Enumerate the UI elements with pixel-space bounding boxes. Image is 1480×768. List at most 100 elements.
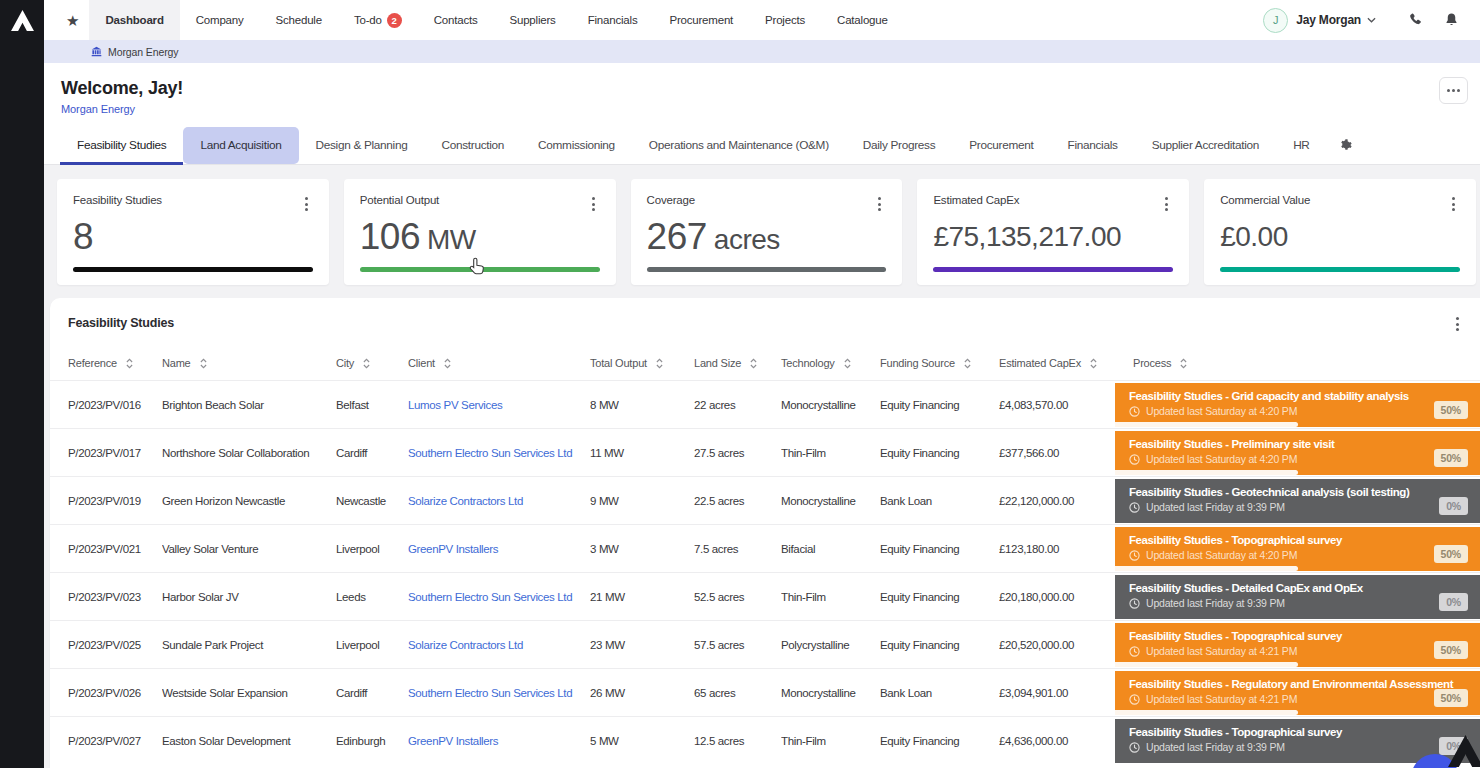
sort-icon[interactable]: [200, 358, 207, 369]
breadcrumb-company[interactable]: Morgan Energy: [108, 46, 179, 58]
column-header-city[interactable]: City: [336, 357, 408, 369]
nav-item-label: Suppliers: [510, 14, 556, 26]
tab-supplier-accreditation[interactable]: Supplier Accreditation: [1135, 127, 1277, 164]
cell-client[interactable]: Southern Electro Sun Services Ltd: [408, 687, 590, 699]
cell-funding-source: Equity Financing: [880, 735, 999, 747]
column-header-process[interactable]: Process: [1115, 357, 1480, 369]
process-updated-text: Updated last Saturday at 4:21 PM: [1146, 693, 1297, 705]
table-row[interactable]: P/2023/PV/017Northshore Solar Collaborat…: [50, 428, 1480, 476]
tab-financials[interactable]: Financials: [1051, 127, 1135, 164]
tabs-settings-gear-icon[interactable]: [1327, 127, 1364, 164]
sort-icon[interactable]: [126, 358, 133, 369]
nav-right: J Jay Morgan: [1263, 8, 1480, 33]
cell-client[interactable]: GreenPV Installers: [408, 543, 590, 555]
sort-icon[interactable]: [363, 358, 370, 369]
column-header-name[interactable]: Name: [162, 357, 336, 369]
process-title: Feasibility Studies - Topographical surv…: [1129, 630, 1468, 642]
chevron-down-icon[interactable]: [1367, 17, 1376, 23]
sort-icon[interactable]: [656, 358, 663, 369]
column-header-reference[interactable]: Reference: [68, 357, 162, 369]
sort-icon[interactable]: [1090, 358, 1097, 369]
process-title: Feasibility Studies - Topographical surv…: [1129, 534, 1468, 546]
process-title: Feasibility Studies - Preliminary site v…: [1129, 438, 1468, 450]
process-bar[interactable]: Feasibility Studies - Preliminary site v…: [1115, 431, 1480, 475]
kpi-kebab-icon[interactable]: [1447, 194, 1460, 214]
kpi-kebab-icon[interactable]: [873, 194, 886, 214]
column-header-land-size[interactable]: Land Size: [694, 357, 781, 369]
sort-icon[interactable]: [844, 358, 851, 369]
notifications-bell-icon[interactable]: [1436, 12, 1466, 28]
process-bar[interactable]: Feasibility Studies - Topographical surv…: [1115, 527, 1480, 571]
cell-process: Feasibility Studies - Regulatory and Env…: [1115, 669, 1480, 717]
nav-item-contacts[interactable]: Contacts: [418, 0, 494, 40]
favorites-star-icon[interactable]: ★: [66, 13, 79, 28]
table-kebab-icon[interactable]: [1451, 314, 1464, 334]
nav-item-procurement[interactable]: Procurement: [653, 0, 749, 40]
logo-icon: [11, 10, 34, 31]
kpi-kebab-icon[interactable]: [300, 194, 313, 214]
column-header-client[interactable]: Client: [408, 357, 590, 369]
cell-client[interactable]: Southern Electro Sun Services Ltd: [408, 447, 590, 459]
table-row[interactable]: P/2023/PV/016Brighton Beach SolarBelfast…: [50, 380, 1480, 428]
column-header-total-output[interactable]: Total Output: [590, 357, 694, 369]
column-label: Land Size: [694, 357, 741, 369]
tab-land-acquisition[interactable]: Land Acquisition: [183, 127, 298, 164]
table-row[interactable]: P/2023/PV/025Sundale Park ProjectLiverpo…: [50, 620, 1480, 668]
process-bar[interactable]: Feasibility Studies - Grid capacity and …: [1115, 383, 1480, 427]
more-actions-button[interactable]: [1439, 77, 1468, 104]
app-logo[interactable]: [0, 0, 44, 40]
kpi-label: Commercial Value: [1220, 194, 1310, 206]
nav-item-company[interactable]: Company: [180, 0, 260, 40]
kpi-number: 267: [647, 216, 707, 257]
process-bar[interactable]: Feasibility Studies - Geotechnical analy…: [1115, 479, 1480, 523]
tab-operations-and-maintenance-o-m[interactable]: Operations and Maintenance (O&M): [632, 127, 846, 164]
cell-client[interactable]: Southern Electro Sun Services Ltd: [408, 591, 590, 603]
process-bar[interactable]: Feasibility Studies - Regulatory and Env…: [1115, 671, 1480, 715]
table-row[interactable]: P/2023/PV/026Westside Solar ExpansionCar…: [50, 668, 1480, 716]
tab-feasibility-studies[interactable]: Feasibility Studies: [60, 127, 183, 164]
table-row[interactable]: P/2023/PV/023Harbor Solar JVLeedsSouther…: [50, 572, 1480, 620]
cell-estimated-capex: £377,566.00: [999, 447, 1115, 459]
tab-construction[interactable]: Construction: [424, 127, 521, 164]
tab-commissioning[interactable]: Commissioning: [521, 127, 632, 164]
nav-item-financials[interactable]: Financials: [572, 0, 654, 40]
cell-client[interactable]: Solarize Contractors Ltd: [408, 639, 590, 651]
tab-procurement[interactable]: Procurement: [952, 127, 1050, 164]
nav-item-to-do[interactable]: To-do2: [338, 0, 418, 40]
tab-daily-progress[interactable]: Daily Progress: [846, 127, 953, 164]
column-header-technology[interactable]: Technology: [781, 357, 880, 369]
nav-item-suppliers[interactable]: Suppliers: [494, 0, 572, 40]
kpi-kebab-icon[interactable]: [1160, 194, 1173, 214]
sort-icon[interactable]: [444, 358, 451, 369]
column-header-funding-source[interactable]: Funding Source: [880, 357, 999, 369]
tab-design-planning[interactable]: Design & Planning: [299, 127, 425, 164]
cell-client[interactable]: Solarize Contractors Ltd: [408, 495, 590, 507]
process-bar[interactable]: Feasibility Studies - Topographical surv…: [1115, 623, 1480, 667]
cell-total-output: 5 MW: [590, 735, 694, 747]
cell-total-output: 11 MW: [590, 447, 694, 459]
phone-icon[interactable]: [1396, 12, 1436, 28]
process-bar[interactable]: Feasibility Studies - Detailed CapEx and…: [1115, 575, 1480, 619]
column-header-estimated-capex[interactable]: Estimated CapEx: [999, 357, 1115, 369]
sort-icon[interactable]: [964, 358, 971, 369]
cell-reference: P/2023/PV/017: [68, 447, 162, 459]
nav-item-projects[interactable]: Projects: [749, 0, 821, 40]
nav-item-catalogue[interactable]: Catalogue: [821, 0, 904, 40]
cell-client[interactable]: Lumos PV Services: [408, 399, 590, 411]
avatar[interactable]: J: [1263, 8, 1288, 33]
table-row[interactable]: P/2023/PV/027Easton Solar DevelopmentEdi…: [50, 716, 1480, 764]
sort-icon[interactable]: [750, 358, 757, 369]
company-link[interactable]: Morgan Energy: [61, 103, 135, 115]
sort-icon[interactable]: [1180, 358, 1187, 369]
nav-item-schedule[interactable]: Schedule: [260, 0, 338, 40]
nav-item-dashboard[interactable]: Dashboard: [89, 0, 179, 40]
process-updated-text: Updated last Friday at 9:39 PM: [1146, 597, 1285, 609]
user-name[interactable]: Jay Morgan: [1296, 13, 1361, 27]
kpi-kebab-icon[interactable]: [587, 194, 600, 214]
column-label: Total Output: [590, 357, 647, 369]
table-row[interactable]: P/2023/PV/021Valley Solar VentureLiverpo…: [50, 524, 1480, 572]
process-percent-badge: 50%: [1434, 401, 1468, 419]
tab-hr[interactable]: HR: [1276, 127, 1326, 164]
cell-client[interactable]: GreenPV Installers: [408, 735, 590, 747]
table-row[interactable]: P/2023/PV/019Green Horizon NewcastleNewc…: [50, 476, 1480, 524]
